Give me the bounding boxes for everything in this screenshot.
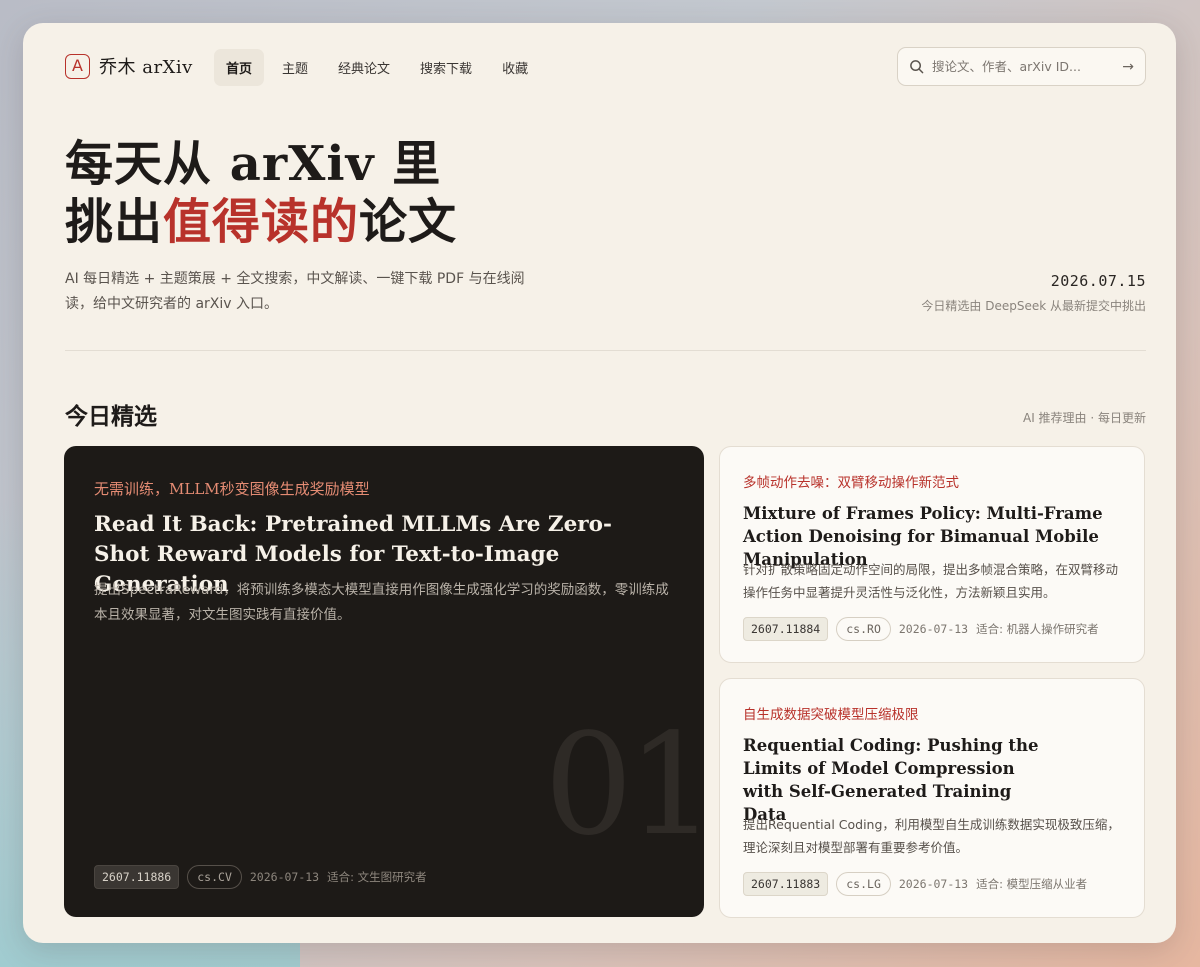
rank-number: 01 [544,704,704,867]
brand-logo[interactable]: A 乔木 arXiv [65,53,193,79]
hero-text: 挑出 [65,194,164,250]
divider [65,350,1146,351]
arxiv-id-badge[interactable]: 2607.11886 [94,865,180,889]
hero-text: 每天从 [65,136,230,192]
arxiv-id-badge[interactable]: 2607.11883 [743,872,829,896]
paper-meta: 2607.11884 cs.RO 2026-07-13 适合: 机器人操作研究者 [743,617,1099,641]
paper-card[interactable]: 多帧动作去噪：双臂移动操作新范式 Mixture of Frames Polic… [719,446,1145,663]
paper-description: 针对扩散策略固定动作空间的局限，提出多帧混合策略，在双臂移动操作任务中显著提升灵… [743,562,1119,600]
paper-audience: 适合: 机器人操作研究者 [976,622,1099,636]
search-icon [910,60,924,74]
logo-mark-icon: A [65,53,90,79]
section-note: AI 推荐理由 · 每日更新 [1022,411,1146,425]
nav-item-topics[interactable]: 主题 [270,49,320,86]
paper-tagline: 自生成数据突破模型压缩极限 [743,707,919,723]
arrow-right-icon[interactable]: → [1122,59,1134,75]
paper-audience: 适合: 模型压缩从业者 [976,877,1088,891]
paper-card[interactable]: 自生成数据突破模型压缩极限 Requential Coding: Pushing… [719,678,1145,918]
paper-description: 提出SpectraReward，将预训练多模态大模型直接用作图像生成强化学习的奖… [94,582,669,623]
hero-title: 每天从 arXiv 里 挑出值得读的论文 [65,135,457,251]
nav-item-classic-papers[interactable]: 经典论文 [326,49,402,86]
hero-line-1: 每天从 arXiv 里 [65,136,441,192]
category-badge[interactable]: cs.CV [187,865,242,889]
hero-text-bold: arXiv [229,136,375,192]
paper-description: 提出Requential Coding，利用模型自生成训练数据实现极致压缩，理论… [743,817,1120,855]
arxiv-id-badge[interactable]: 2607.11884 [743,617,829,641]
app-window: A 乔木 arXiv 首页 主题 经典论文 搜索下载 收藏 → 每天从 arXi… [23,23,1176,943]
brand-name: 乔木 arXiv [99,57,193,78]
nav-item-home[interactable]: 首页 [214,49,265,86]
date-note: 今日精选由 DeepSeek 从最新提交中挑出 [921,299,1146,313]
paper-meta: 2607.11886 cs.CV 2026-07-13 适合: 文生图研究者 [94,865,427,889]
paper-meta: 2607.11883 cs.LG 2026-07-13 适合: 模型压缩从业者 [743,872,1087,896]
hero-highlight: 值得读的 [163,194,360,250]
paper-tagline: 多帧动作去噪：双臂移动操作新范式 [743,475,959,491]
current-date: 2026.07.15 [1050,272,1146,290]
section-title: 今日精选 [65,404,157,430]
paper-date: 2026-07-13 [898,622,969,636]
category-badge[interactable]: cs.LG [836,872,891,896]
featured-paper-card[interactable]: 无需训练，MLLM秒变图像生成奖励模型 Read It Back: Pretra… [64,446,704,917]
nav-item-search-download[interactable]: 搜索下载 [408,49,484,86]
paper-tagline: 无需训练，MLLM秒变图像生成奖励模型 [94,480,370,498]
paper-audience: 适合: 文生图研究者 [327,870,427,884]
category-badge[interactable]: cs.RO [836,617,891,641]
hero-line-2: 挑出值得读的论文 [65,194,457,250]
search-input[interactable] [932,59,1123,74]
top-nav: 首页 主题 经典论文 搜索下载 收藏 [214,49,540,86]
hero-text: 里 [374,136,442,192]
paper-date: 2026-07-13 [249,870,320,884]
nav-item-favorites[interactable]: 收藏 [490,49,540,86]
hero-subtitle: AI 每日精选 + 主题策展 + 全文搜索，中文解读、一键下载 PDF 与在线阅… [65,271,525,312]
search-box[interactable]: → [897,47,1146,86]
hero-text: 论文 [359,194,458,250]
paper-date: 2026-07-13 [898,877,969,891]
